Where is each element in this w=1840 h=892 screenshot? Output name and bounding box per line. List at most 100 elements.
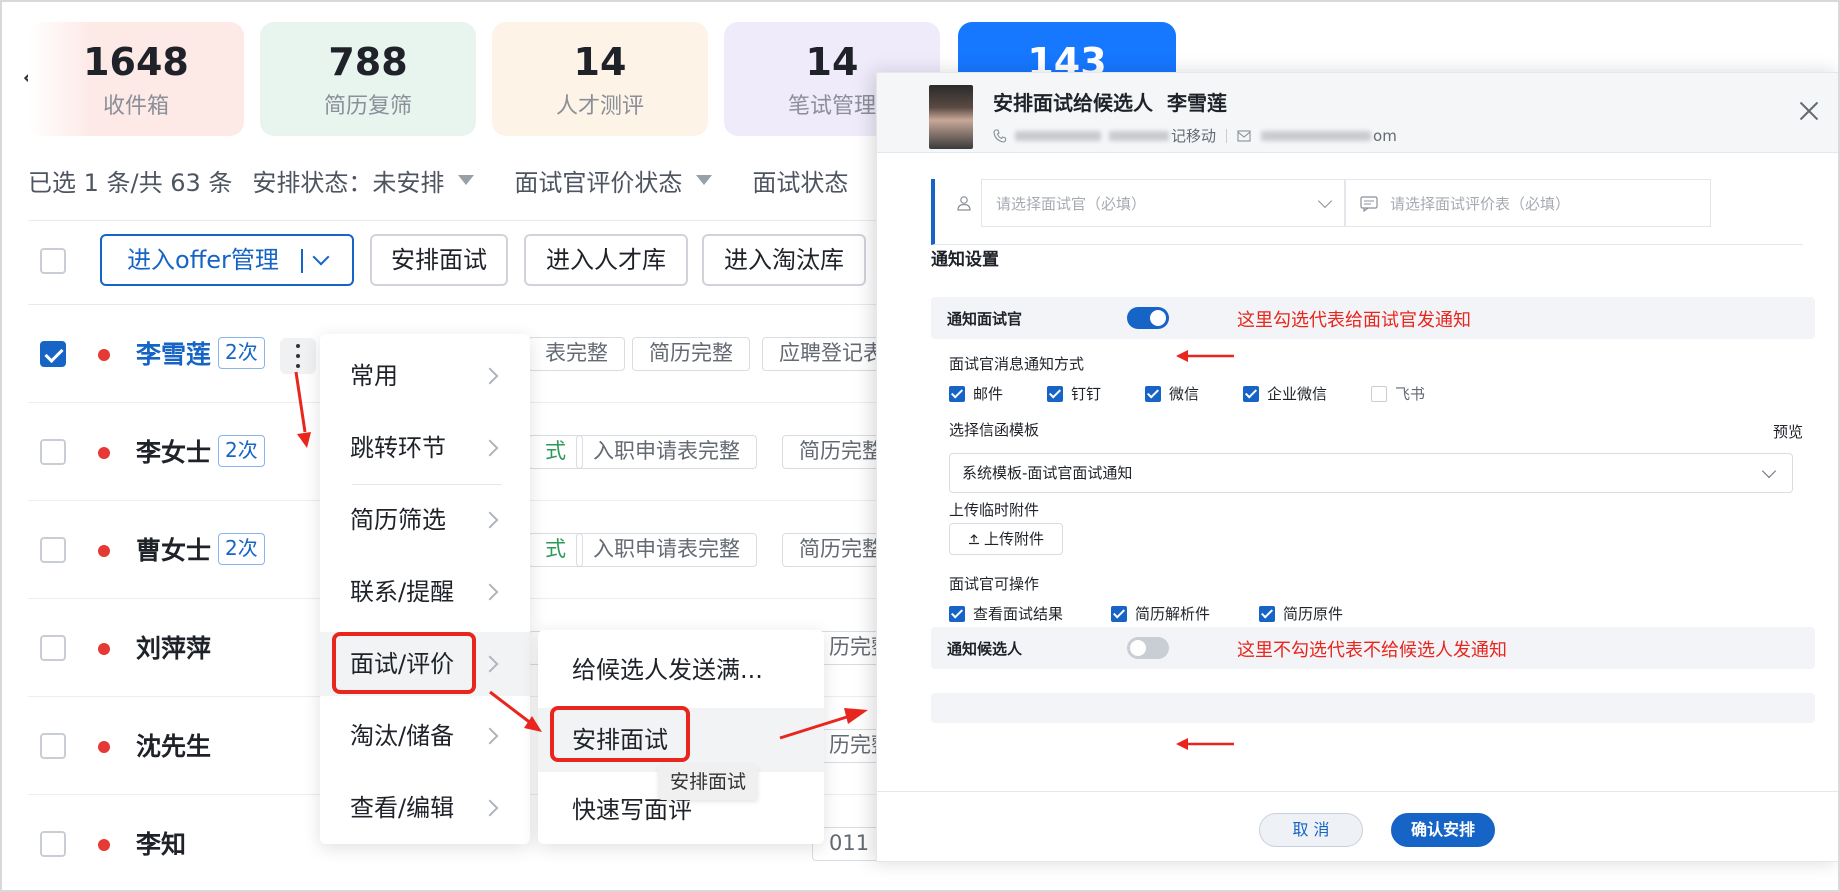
checkbox-icon (1259, 605, 1275, 622)
offer-management-button[interactable]: 进入offer管理 (100, 234, 354, 286)
template-select[interactable]: 系统模板-面试官面试通知 (949, 453, 1793, 493)
tag: 入职申请表完整 (576, 435, 757, 469)
eval-form-select[interactable]: 请选择面试评价表（必填） (1345, 179, 1711, 227)
menu-item-common[interactable]: 常用 (320, 344, 530, 408)
upload-attachment-button[interactable]: 上传附件 (949, 523, 1063, 555)
checkbox-original-resume[interactable]: 简历原件 (1259, 603, 1343, 624)
selection-count: 已选 1 条/共 63 条 (28, 168, 233, 197)
chevron-right-icon (481, 799, 499, 817)
candidate-name[interactable]: 刘萍萍 (136, 629, 211, 665)
checkbox-view-result[interactable]: 查看面试结果 (949, 603, 1111, 624)
row-checkbox[interactable] (40, 635, 66, 661)
row-checkbox[interactable] (40, 341, 66, 367)
tag: 表完整 (528, 337, 625, 371)
checkbox-parsed-resume[interactable]: 简历解析件 (1111, 603, 1259, 624)
checkbox-wecom[interactable]: 企业微信 (1243, 383, 1371, 404)
candidate-contact: 记移动 om (993, 125, 1397, 146)
schedule-status-filter[interactable]: 安排状态：未安排 (252, 163, 494, 198)
checkbox-label: 简历解析件 (1135, 605, 1211, 623)
status-dot (98, 839, 110, 851)
menu-item-view-edit[interactable]: 查看/编辑 (320, 776, 530, 840)
talent-pool-button[interactable]: 进入人才库 (524, 234, 688, 286)
drawer-title: 安排面试给候选人 李雪莲 (993, 87, 1227, 116)
tag: 简历完整 (632, 337, 750, 371)
drawer-title-text: 安排面试给候选人 (993, 91, 1153, 115)
chevron-right-icon (481, 583, 499, 601)
interviewer-select[interactable]: 请选择面试官（必填） (957, 179, 1345, 227)
status-dot (98, 349, 110, 361)
chevron-down-icon[interactable] (312, 248, 330, 266)
menu-item-label: 淘汰/储备 (350, 722, 455, 750)
row-checkbox[interactable] (40, 439, 66, 465)
stat-card-rescreen[interactable]: 788 简历复筛 (260, 22, 476, 136)
schedule-interview-button[interactable]: 安排面试 (370, 234, 508, 286)
menu-item-label: 常用 (350, 362, 398, 390)
eval-status-label: 面试官评价状态 (514, 168, 683, 197)
interview-status-label: 面试状态 (752, 168, 849, 197)
menu-item-resume-screen[interactable]: 简历筛选 (320, 488, 530, 552)
drawer-body: 请选择面试官（必填） 请选择面试评价表（必填） 通知设置 通知面试官 这里勾选代… (877, 153, 1838, 793)
row-checkbox[interactable] (40, 733, 66, 759)
candidate-name[interactable]: 沈先生 (136, 727, 211, 763)
stat-value: 1648 (83, 40, 189, 84)
stat-card-inbox[interactable]: 1648 收件箱 (28, 22, 244, 136)
attachment-label: 上传临时附件 (949, 501, 1040, 519)
template-value: 系统模板-面试官面试通知 (962, 464, 1133, 482)
checkbox-wechat[interactable]: 微信 (1145, 383, 1243, 404)
notify-candidate-toggle[interactable] (1127, 637, 1169, 659)
tooltip: 安排面试 (658, 764, 759, 800)
notify-candidate-label: 通知候选人 (947, 640, 1023, 658)
candidate-name[interactable]: 李女士 (136, 433, 211, 469)
stat-label: 简历复筛 (323, 94, 412, 119)
user-icon (957, 196, 971, 211)
comment-icon (1360, 196, 1378, 212)
checkbox-icon (1047, 385, 1063, 402)
row-checkbox[interactable] (40, 831, 66, 857)
interviewer-ops-label: 面试官可操作 (949, 575, 1040, 593)
candidate-name[interactable]: 李知 (136, 825, 186, 861)
upload-icon (968, 534, 979, 545)
menu-item-jump-stage[interactable]: 跳转环节 (320, 416, 530, 480)
interview-status-filter[interactable]: 面试状态 (752, 163, 848, 198)
preview-link[interactable]: 预览 (1773, 421, 1803, 442)
eval-status-filter[interactable]: 面试官评价状态 (514, 163, 732, 198)
submenu-item-send-survey[interactable]: 给候选人发送满... (538, 638, 824, 702)
separator (1226, 128, 1228, 143)
drawer-header: 安排面试给候选人 李雪莲 记移动 om (877, 73, 1838, 153)
eliminate-pool-button[interactable]: 进入淘汰库 (702, 234, 866, 286)
drawer-footer: 取 消 确认安排 (877, 791, 1838, 861)
divider (300, 249, 303, 273)
caret-down-icon (458, 175, 475, 185)
highlight-box (332, 632, 476, 694)
select-all-checkbox[interactable] (40, 248, 66, 274)
notify-settings-title: 通知设置 (931, 250, 999, 270)
confirm-schedule-button[interactable]: 确认安排 (1391, 813, 1495, 847)
chevron-down-icon (1761, 463, 1777, 479)
checkbox-icon (949, 385, 965, 402)
candidate-name[interactable]: 曹女士 (136, 531, 211, 567)
checkbox-icon (1111, 605, 1127, 622)
checkbox-feishu[interactable]: 飞书 (1371, 383, 1451, 404)
redacted-text (1261, 130, 1372, 141)
checkbox-dingtalk[interactable]: 钉钉 (1047, 383, 1145, 404)
notify-interviewer-toggle[interactable] (1127, 307, 1169, 329)
email-suffix: om (1373, 126, 1397, 145)
chevron-right-icon (481, 367, 499, 385)
schedule-status-label: 安排状态：未安排 (252, 168, 445, 197)
context-menu: 常用 跳转环节 简历筛选 联系/提醒 面试/评价 淘汰/储备 查看/编辑 (320, 334, 530, 844)
stat-value: 788 (328, 40, 408, 84)
stat-value: 14 (573, 40, 627, 84)
candidate-name[interactable]: 李雪莲 (136, 335, 211, 371)
status-dot (98, 741, 110, 753)
more-actions-icon[interactable] (280, 338, 316, 374)
redacted-text (1015, 130, 1101, 141)
mail-icon (1237, 129, 1251, 142)
row-checkbox[interactable] (40, 537, 66, 563)
menu-item-contact[interactable]: 联系/提醒 (320, 560, 530, 624)
stat-card-assessment[interactable]: 14 人才测评 (492, 22, 708, 136)
cancel-button[interactable]: 取 消 (1259, 813, 1363, 847)
checkbox-icon (1145, 385, 1161, 402)
close-icon[interactable] (1795, 97, 1823, 125)
checkbox-email[interactable]: 邮件 (949, 383, 1047, 404)
menu-item-eliminate[interactable]: 淘汰/储备 (320, 704, 530, 768)
